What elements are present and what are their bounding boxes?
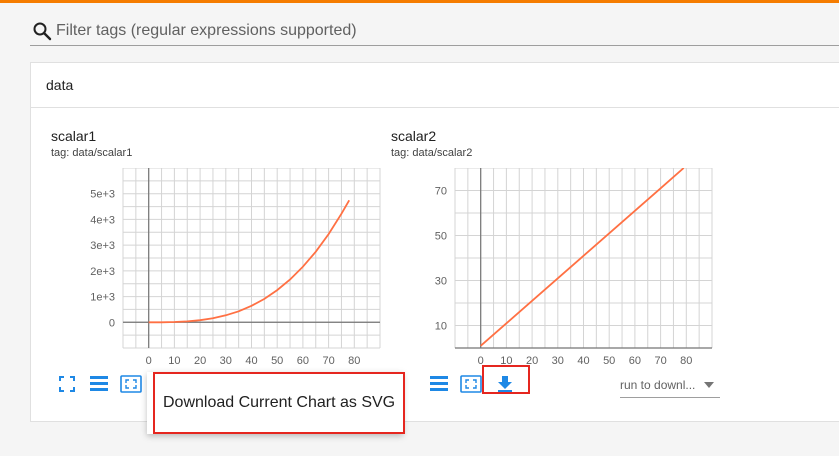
fullscreen-icon (59, 376, 75, 392)
x-tick-label: 30 (552, 355, 564, 367)
tooltip-text: Download Current Chart as SVG (163, 394, 396, 411)
y-tick-label: 1e+3 (90, 292, 115, 304)
y-tick-label: 0 (109, 317, 115, 329)
x-tick-label: 30 (220, 355, 232, 367)
card-title-scalar1: scalar1 (51, 128, 97, 144)
x-tick-label: 20 (194, 355, 206, 367)
fit-domain-icon (120, 375, 142, 393)
fit-domain-button-scalar2[interactable] (459, 374, 483, 394)
list-icon (90, 376, 108, 391)
filter-tags-input[interactable] (56, 21, 756, 40)
search-icon (33, 22, 52, 40)
x-tick-label: 10 (168, 355, 180, 367)
y-tick-label: 70 (435, 186, 447, 198)
x-tick-label: 70 (322, 355, 334, 367)
chevron-down-icon (704, 381, 714, 388)
grid (122, 168, 381, 349)
y-tick-label: 50 (435, 231, 447, 243)
y-tick-label: 30 (435, 276, 447, 288)
fit-domain-button-scalar1[interactable] (119, 374, 143, 394)
top-accent-bar (0, 0, 839, 3)
category-title: data (46, 77, 74, 93)
x-tick-label: 20 (526, 355, 538, 367)
y-tick-label: 3e+3 (90, 240, 115, 252)
category-header[interactable]: data (31, 63, 839, 108)
x-tick-label: 40 (577, 355, 589, 367)
grid (454, 168, 713, 349)
card-tag-scalar2: tag: data/scalar2 (391, 147, 473, 159)
y-tick-label: 5e+3 (90, 189, 115, 201)
x-tick-label: 60 (297, 355, 309, 367)
x-tick-label: 10 (500, 355, 512, 367)
y-tick-label: 10 (435, 321, 447, 333)
fullscreen-button-scalar1[interactable] (57, 374, 77, 394)
run-download-select[interactable]: run to downl... (620, 372, 720, 398)
card-tag-scalar1: tag: data/scalar1 (51, 147, 133, 159)
x-tick-label: 50 (603, 355, 615, 367)
x-tick-label: 50 (271, 355, 283, 367)
download-svg-button-scalar2[interactable] (490, 372, 520, 394)
run-select-value: run to downl... (620, 377, 696, 392)
x-tick-label: 80 (348, 355, 360, 367)
y-tick-label: 2e+3 (90, 266, 115, 278)
show-data-button-scalar2[interactable] (428, 374, 450, 394)
x-tick-label: 0 (478, 355, 484, 367)
x-tick-label: 0 (146, 355, 152, 367)
show-data-button-scalar1[interactable] (88, 374, 110, 394)
chart-scalar1[interactable]: 0 10 20 30 40 50 60 70 80 0 1e+3 2e+3 3e+3 4e+3 5e+3 (50, 168, 390, 372)
x-tick-label: 80 (680, 355, 692, 367)
x-tick-label: 70 (654, 355, 666, 367)
x-tick-label: 60 (629, 355, 641, 367)
card-title-scalar2: scalar2 (391, 128, 437, 144)
download-icon (498, 376, 512, 392)
y-tick-label: 4e+3 (90, 214, 115, 226)
x-tick-label: 40 (245, 355, 257, 367)
filter-bar (30, 16, 839, 46)
download-svg-tooltip: Download Current Chart as SVG (147, 372, 403, 434)
fit-domain-icon (460, 375, 482, 393)
list-icon (430, 376, 448, 391)
chart-scalar2[interactable]: 0 10 20 30 40 50 60 70 80 10 30 50 70 (382, 168, 722, 372)
